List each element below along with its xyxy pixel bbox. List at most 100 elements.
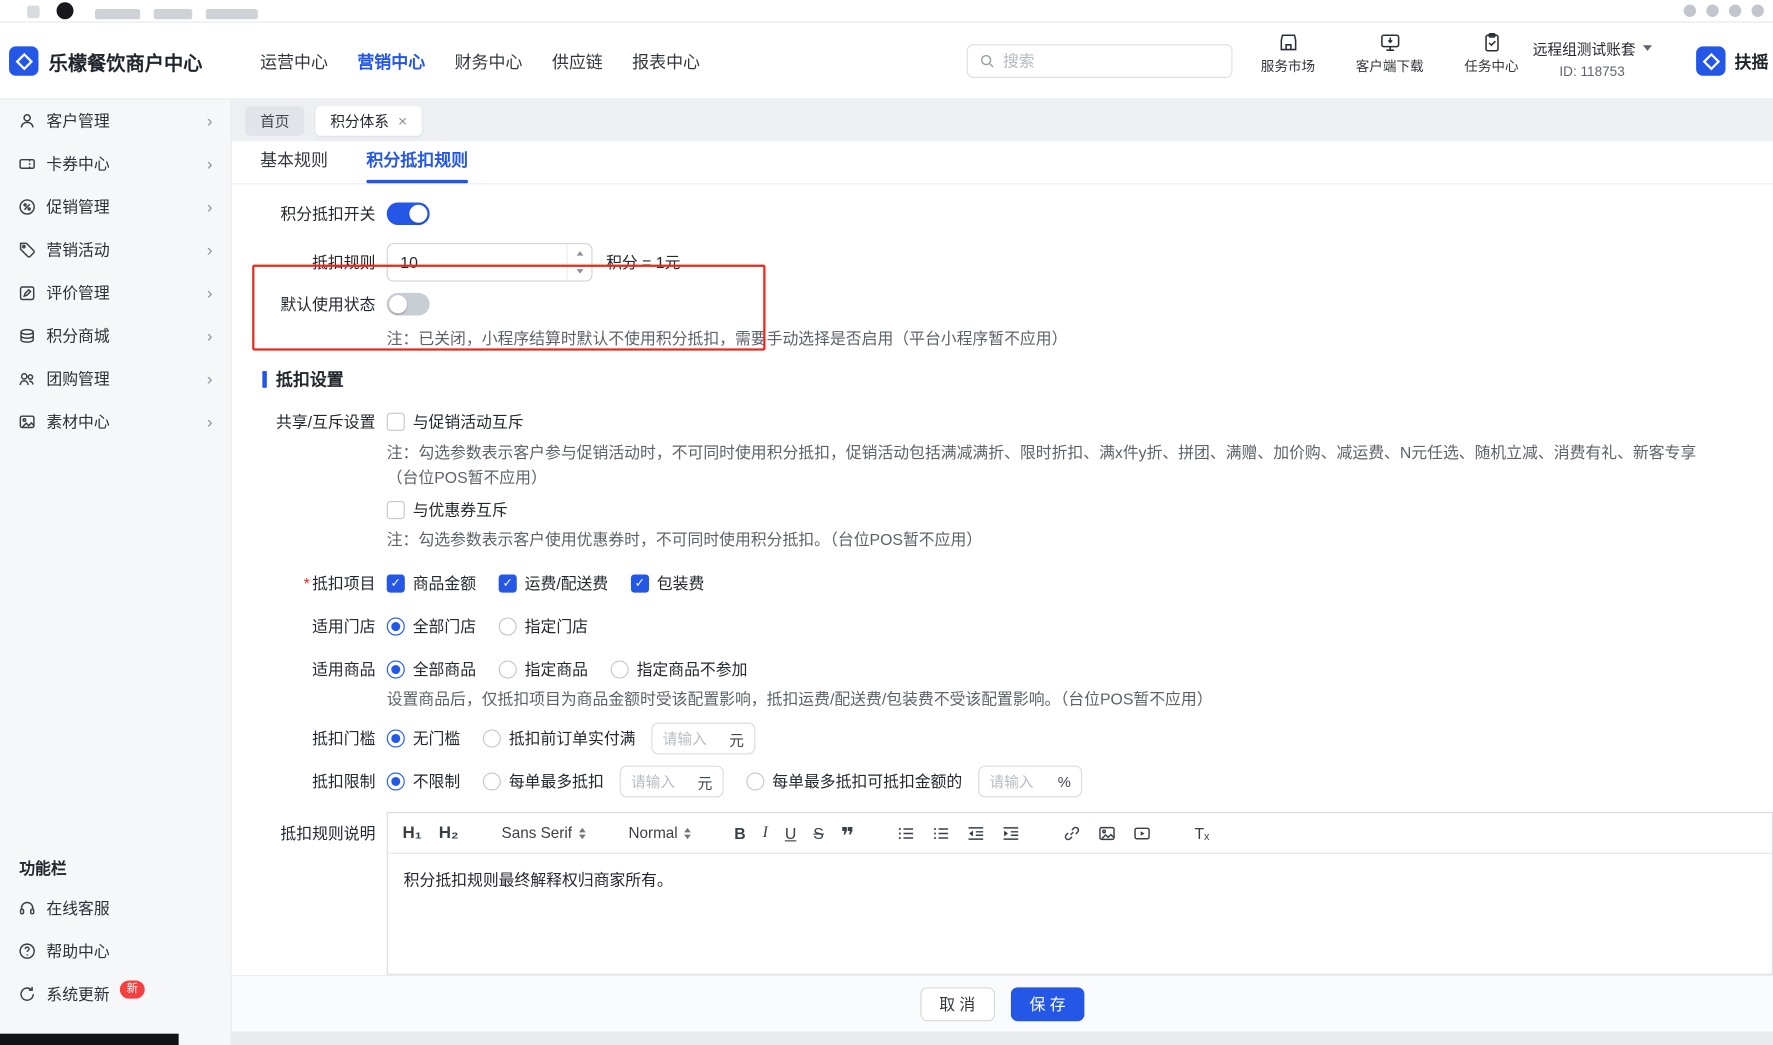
sidebar-item-coupon-center[interactable]: 卡券中心 › — [0, 142, 231, 185]
max-per-order-radio[interactable]: 每单最多抵扣 — [482, 770, 604, 793]
link-button[interactable] — [1063, 824, 1081, 842]
chevron-right-icon: › — [206, 197, 213, 217]
radio-selected-icon[interactable] — [386, 772, 405, 791]
chevron-right-icon: › — [206, 154, 213, 174]
browser-menu-icon[interactable] — [27, 5, 40, 19]
indent-button[interactable] — [1002, 824, 1020, 842]
radio-icon[interactable] — [498, 617, 517, 636]
cancel-button[interactable]: 取 消 — [919, 986, 995, 1021]
radio-selected-icon[interactable] — [386, 660, 405, 679]
extension-icon[interactable] — [1728, 4, 1742, 17]
close-icon[interactable]: × — [398, 111, 407, 129]
step-down-icon[interactable] — [568, 262, 592, 280]
points-rate-input[interactable] — [386, 243, 593, 282]
extension-icon[interactable] — [1683, 4, 1697, 17]
default-state-toggle[interactable] — [386, 292, 430, 316]
applicable-products-label: 适用商品 — [312, 660, 376, 679]
account-switcher[interactable]: 远程组测试账套 ID: 118753 — [1524, 37, 1660, 79]
no-threshold-radio[interactable]: 无门槛 — [386, 727, 460, 750]
sidebar: 客户管理 › 卡券中心 › 促销管理 › 营销活动 › 评价管理 › 积分商城 … — [0, 99, 232, 1045]
blockquote-button[interactable]: ❞ — [841, 825, 854, 848]
font-family-select[interactable]: Sans Serif — [502, 824, 586, 841]
max-percent-input[interactable]: % — [978, 765, 1083, 798]
mutex-coupon-checkbox[interactable]: 与优惠券互斥 — [386, 499, 508, 522]
checkbox-unchecked-icon[interactable] — [386, 412, 405, 431]
item-goods-amount-checkbox[interactable]: ✓ 商品金额 — [386, 572, 476, 595]
tab-basic-rules[interactable]: 基本规则 — [260, 148, 328, 183]
bold-button[interactable]: B — [734, 825, 745, 841]
sidebar-item-review-management[interactable]: 评价管理 › — [0, 271, 231, 314]
extension-icon[interactable] — [1751, 4, 1764, 17]
sidebar-item-material-center[interactable]: 素材中心 › — [0, 400, 231, 443]
nav-reports[interactable]: 报表中心 — [632, 49, 700, 73]
tab-deduction-rules[interactable]: 积分抵扣规则 — [366, 148, 469, 184]
checkbox-unchecked-icon[interactable] — [386, 501, 405, 520]
sidebar-item-marketing-campaigns[interactable]: 营销活动 › — [0, 228, 231, 271]
header2-button[interactable]: H₂ — [439, 824, 459, 841]
ordered-list-button[interactable] — [897, 824, 915, 842]
save-button[interactable]: 保 存 — [1010, 986, 1085, 1021]
nav-operations[interactable]: 运营中心 — [260, 49, 328, 73]
customer-icon — [18, 112, 36, 130]
task-center-button[interactable]: 任务中心 — [1454, 32, 1529, 76]
strikethrough-button[interactable]: S — [813, 825, 824, 841]
header1-button[interactable]: H₁ — [403, 824, 422, 841]
no-limit-radio[interactable]: 不限制 — [386, 770, 460, 793]
item-packaging-fee-checkbox[interactable]: ✓ 包装费 — [630, 572, 704, 595]
search-input[interactable] — [1002, 52, 1221, 71]
sidebar-item-promotion-management[interactable]: 促销管理 › — [0, 185, 231, 228]
tab-home[interactable]: 首页 — [245, 105, 305, 136]
all-stores-radio[interactable]: 全部门店 — [386, 615, 476, 638]
item-shipping-fee-checkbox[interactable]: ✓ 运费/配送费 — [498, 572, 608, 595]
search-box[interactable] — [966, 44, 1233, 79]
step-up-icon[interactable] — [568, 244, 592, 262]
font-size-select[interactable]: Normal — [628, 824, 692, 841]
mutex-promo-checkbox[interactable]: 与促销活动互斥 — [386, 411, 524, 434]
max-amount-input[interactable]: 元 — [619, 765, 724, 798]
ticket-icon — [18, 155, 36, 173]
radio-selected-icon[interactable] — [386, 729, 405, 748]
deduction-items-label: * 抵扣项目 — [303, 574, 376, 593]
deduction-switch-toggle[interactable] — [386, 202, 430, 226]
min-order-amount-radio[interactable]: 抵扣前订单实付满 — [482, 727, 635, 750]
client-download-button[interactable]: 客户端下载 — [1352, 32, 1427, 76]
insert-video-button[interactable] — [1133, 824, 1151, 842]
nav-supply-chain[interactable]: 供应链 — [552, 49, 603, 73]
editor-content[interactable]: 积分抵扣规则最终解释权归商家所有。 — [388, 854, 1772, 974]
sidebar-item-system-update[interactable]: 系统更新 新 — [0, 973, 231, 1016]
outdent-button[interactable] — [967, 824, 985, 842]
checkbox-checked-icon[interactable]: ✓ — [386, 574, 405, 593]
italic-button[interactable]: I — [763, 824, 768, 841]
service-market-button[interactable]: 服务市场 — [1251, 32, 1326, 76]
sidebar-item-customer-management[interactable]: 客户管理 › — [0, 100, 231, 143]
nav-marketing[interactable]: 营销中心 — [357, 49, 425, 73]
threshold-amount-input[interactable]: 元 — [651, 722, 756, 755]
sidebar-item-group-buying[interactable]: 团购管理 › — [0, 357, 231, 400]
insert-image-button[interactable] — [1098, 824, 1116, 842]
sidebar-item-help-center[interactable]: 帮助中心 — [0, 930, 231, 973]
sidebar-item-points-mall[interactable]: 积分商城 › — [0, 314, 231, 357]
clear-format-button[interactable]: Tₓ — [1194, 825, 1209, 841]
specified-stores-radio[interactable]: 指定门店 — [498, 615, 588, 638]
tab-points-system[interactable]: 积分体系 × — [315, 105, 423, 136]
underline-button[interactable]: U — [785, 825, 796, 841]
specified-products-radio[interactable]: 指定商品 — [498, 658, 588, 681]
radio-icon[interactable] — [482, 772, 501, 791]
max-percent-radio[interactable]: 每单最多抵扣可抵扣金额的 — [746, 770, 962, 793]
all-products-radio[interactable]: 全部商品 — [386, 658, 476, 681]
user-block[interactable]: 扶摇 — [1696, 46, 1768, 76]
yuan-unit: 元 — [729, 731, 745, 749]
checkbox-checked-icon[interactable]: ✓ — [498, 574, 517, 593]
bullet-list-button[interactable] — [932, 824, 950, 842]
excluded-products-radio[interactable]: 指定商品不参加 — [610, 658, 747, 681]
radio-icon[interactable] — [610, 660, 629, 679]
radio-selected-icon[interactable] — [386, 617, 405, 636]
nav-finance[interactable]: 财务中心 — [455, 49, 523, 73]
radio-icon[interactable] — [746, 772, 765, 791]
radio-icon[interactable] — [482, 729, 501, 748]
browser-profile-icon[interactable] — [56, 2, 74, 20]
checkbox-checked-icon[interactable]: ✓ — [630, 574, 649, 593]
radio-icon[interactable] — [498, 660, 517, 679]
sidebar-item-online-service[interactable]: 在线客服 — [0, 887, 231, 930]
extension-icon[interactable] — [1706, 4, 1719, 17]
